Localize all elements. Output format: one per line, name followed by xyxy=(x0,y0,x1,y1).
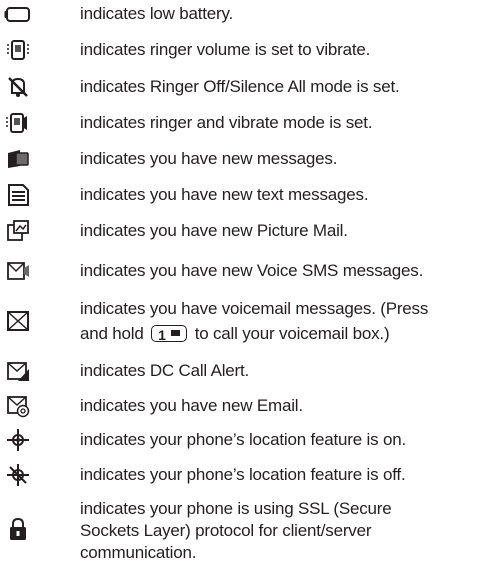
item-text: indicates you have new Picture Mail. xyxy=(80,221,348,240)
ssl-lock-icon xyxy=(4,517,32,541)
item-text: indicates you have new text messages. xyxy=(80,185,369,204)
key-digit: 1 xyxy=(158,327,166,343)
location-on-icon xyxy=(4,428,32,452)
item-text: indicates DC Call Alert. xyxy=(80,361,250,380)
vibrate-icon xyxy=(4,38,32,62)
item-text-line3: communication. xyxy=(80,543,197,562)
item-text: indicates Ringer Off/Silence All mode is… xyxy=(80,77,400,96)
item-text-post: to call your voicemail box.) xyxy=(194,324,390,343)
new-messages-icon xyxy=(4,147,32,171)
item-text: indicates you have new messages. xyxy=(80,149,338,168)
item-text: indicates you have voicemail messages. (… xyxy=(80,299,429,318)
item-text: indicates ringer and vibrate mode is set… xyxy=(80,113,373,132)
picture-mail-icon xyxy=(4,219,32,243)
voicemail-icon xyxy=(4,309,32,333)
email-icon xyxy=(4,394,32,418)
item-text: indicates you have new Email. xyxy=(80,396,303,415)
battery-low-icon xyxy=(4,2,32,26)
item-text: indicates your phone’s location feature … xyxy=(80,430,406,449)
item-text-line2: and hold 1 to call your voicemail box.) xyxy=(80,322,485,346)
text-message-icon xyxy=(4,183,32,207)
voice-sms-icon xyxy=(4,259,32,283)
key-1-button: 1 xyxy=(151,325,188,343)
item-text: indicates you have new Voice SMS message… xyxy=(80,261,424,280)
location-off-icon xyxy=(4,463,32,487)
item-text-pre: and hold xyxy=(80,324,144,343)
envelope-icon xyxy=(171,330,181,336)
item-text: indicates your phone’s location feature … xyxy=(80,465,406,484)
item-text: indicates ringer volume is set to vibrat… xyxy=(80,40,371,59)
item-text: indicates low battery. xyxy=(80,4,234,23)
item-text-line2: Sockets Layer) protocol for client/serve… xyxy=(80,521,372,540)
ringer-off-icon xyxy=(4,75,32,99)
dc-call-alert-icon xyxy=(4,359,32,383)
ringer-vibrate-icon xyxy=(4,111,32,135)
item-text: indicates your phone is using SSL (Secur… xyxy=(80,499,392,518)
